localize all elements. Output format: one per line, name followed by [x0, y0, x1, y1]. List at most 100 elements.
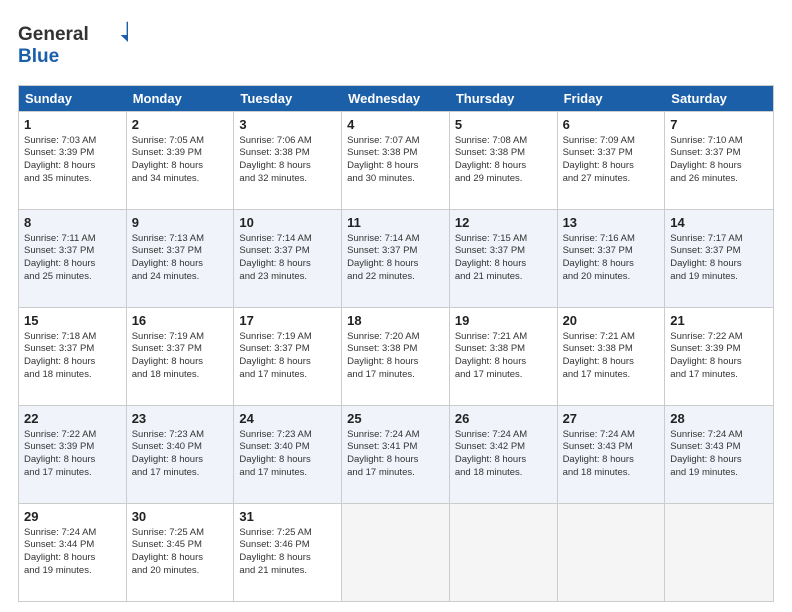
sunrise-text: Sunrise: 7:08 AM	[455, 135, 527, 146]
sunrise-text: Sunrise: 7:22 AM	[670, 331, 742, 342]
calendar-header: SundayMondayTuesdayWednesdayThursdayFrid…	[19, 86, 773, 111]
week-row-3: 15Sunrise: 7:18 AMSunset: 3:37 PMDayligh…	[19, 307, 773, 405]
day-cell-3: 3Sunrise: 7:06 AMSunset: 3:38 PMDaylight…	[234, 112, 342, 209]
header-day-saturday: Saturday	[665, 86, 773, 111]
header-day-monday: Monday	[127, 86, 235, 111]
sunset-text: Sunset: 3:40 PM	[132, 441, 202, 452]
day-info: Sunrise: 7:21 AMSunset: 3:38 PMDaylight:…	[563, 331, 635, 380]
day-cell-20: 20Sunrise: 7:21 AMSunset: 3:38 PMDayligh…	[558, 308, 666, 405]
day-info: Sunrise: 7:25 AMSunset: 3:45 PMDaylight:…	[132, 527, 204, 576]
day-number: 23	[132, 410, 229, 428]
sunrise-text: Sunrise: 7:22 AM	[24, 429, 96, 440]
sunset-text: Sunset: 3:38 PM	[347, 147, 417, 158]
week-row-4: 22Sunrise: 7:22 AMSunset: 3:39 PMDayligh…	[19, 405, 773, 503]
day-cell-5: 5Sunrise: 7:08 AMSunset: 3:38 PMDaylight…	[450, 112, 558, 209]
day-number: 13	[563, 214, 660, 232]
day-info: Sunrise: 7:07 AMSunset: 3:38 PMDaylight:…	[347, 135, 419, 184]
header-day-wednesday: Wednesday	[342, 86, 450, 111]
daylight-text: Daylight: 8 hoursand 17 minutes.	[132, 454, 203, 478]
sunset-text: Sunset: 3:38 PM	[347, 343, 417, 354]
daylight-text: Daylight: 8 hoursand 21 minutes.	[239, 552, 310, 576]
day-cell-2: 2Sunrise: 7:05 AMSunset: 3:39 PMDaylight…	[127, 112, 235, 209]
day-number: 7	[670, 116, 768, 134]
daylight-text: Daylight: 8 hoursand 32 minutes.	[239, 160, 310, 184]
day-number: 29	[24, 508, 121, 526]
sunset-text: Sunset: 3:38 PM	[563, 343, 633, 354]
day-cell-28: 28Sunrise: 7:24 AMSunset: 3:43 PMDayligh…	[665, 406, 773, 503]
sunset-text: Sunset: 3:43 PM	[670, 441, 740, 452]
day-info: Sunrise: 7:23 AMSunset: 3:40 PMDaylight:…	[239, 429, 311, 478]
daylight-text: Daylight: 8 hoursand 18 minutes.	[563, 454, 634, 478]
sunset-text: Sunset: 3:37 PM	[24, 343, 94, 354]
day-cell-19: 19Sunrise: 7:21 AMSunset: 3:38 PMDayligh…	[450, 308, 558, 405]
day-number: 22	[24, 410, 121, 428]
sunset-text: Sunset: 3:37 PM	[563, 147, 633, 158]
day-cell-22: 22Sunrise: 7:22 AMSunset: 3:39 PMDayligh…	[19, 406, 127, 503]
daylight-text: Daylight: 8 hoursand 29 minutes.	[455, 160, 526, 184]
day-cell-13: 13Sunrise: 7:16 AMSunset: 3:37 PMDayligh…	[558, 210, 666, 307]
day-cell-30: 30Sunrise: 7:25 AMSunset: 3:45 PMDayligh…	[127, 504, 235, 601]
day-info: Sunrise: 7:13 AMSunset: 3:37 PMDaylight:…	[132, 233, 204, 282]
daylight-text: Daylight: 8 hoursand 20 minutes.	[132, 552, 203, 576]
day-cell-4: 4Sunrise: 7:07 AMSunset: 3:38 PMDaylight…	[342, 112, 450, 209]
day-cell-27: 27Sunrise: 7:24 AMSunset: 3:43 PMDayligh…	[558, 406, 666, 503]
calendar-body: 1Sunrise: 7:03 AMSunset: 3:39 PMDaylight…	[19, 111, 773, 601]
sunrise-text: Sunrise: 7:09 AM	[563, 135, 635, 146]
daylight-text: Daylight: 8 hoursand 18 minutes.	[24, 356, 95, 380]
day-cell-25: 25Sunrise: 7:24 AMSunset: 3:41 PMDayligh…	[342, 406, 450, 503]
sunrise-text: Sunrise: 7:15 AM	[455, 233, 527, 244]
day-number: 19	[455, 312, 552, 330]
day-cell-14: 14Sunrise: 7:17 AMSunset: 3:37 PMDayligh…	[665, 210, 773, 307]
day-number: 2	[132, 116, 229, 134]
sunrise-text: Sunrise: 7:24 AM	[347, 429, 419, 440]
daylight-text: Daylight: 8 hoursand 18 minutes.	[132, 356, 203, 380]
day-number: 25	[347, 410, 444, 428]
day-number: 24	[239, 410, 336, 428]
sunset-text: Sunset: 3:44 PM	[24, 539, 94, 550]
day-number: 4	[347, 116, 444, 134]
day-cell-11: 11Sunrise: 7:14 AMSunset: 3:37 PMDayligh…	[342, 210, 450, 307]
header-day-tuesday: Tuesday	[234, 86, 342, 111]
sunset-text: Sunset: 3:39 PM	[670, 343, 740, 354]
sunset-text: Sunset: 3:37 PM	[455, 245, 525, 256]
sunrise-text: Sunrise: 7:11 AM	[24, 233, 96, 244]
day-number: 30	[132, 508, 229, 526]
day-number: 9	[132, 214, 229, 232]
day-cell-10: 10Sunrise: 7:14 AMSunset: 3:37 PMDayligh…	[234, 210, 342, 307]
day-number: 18	[347, 312, 444, 330]
sunset-text: Sunset: 3:37 PM	[563, 245, 633, 256]
day-number: 1	[24, 116, 121, 134]
day-info: Sunrise: 7:17 AMSunset: 3:37 PMDaylight:…	[670, 233, 742, 282]
header-day-thursday: Thursday	[450, 86, 558, 111]
day-number: 6	[563, 116, 660, 134]
day-info: Sunrise: 7:22 AMSunset: 3:39 PMDaylight:…	[670, 331, 742, 380]
day-number: 17	[239, 312, 336, 330]
day-cell-29: 29Sunrise: 7:24 AMSunset: 3:44 PMDayligh…	[19, 504, 127, 601]
day-info: Sunrise: 7:15 AMSunset: 3:37 PMDaylight:…	[455, 233, 527, 282]
day-info: Sunrise: 7:25 AMSunset: 3:46 PMDaylight:…	[239, 527, 311, 576]
day-cell-9: 9Sunrise: 7:13 AMSunset: 3:37 PMDaylight…	[127, 210, 235, 307]
day-cell-26: 26Sunrise: 7:24 AMSunset: 3:42 PMDayligh…	[450, 406, 558, 503]
daylight-text: Daylight: 8 hoursand 27 minutes.	[563, 160, 634, 184]
day-info: Sunrise: 7:06 AMSunset: 3:38 PMDaylight:…	[239, 135, 311, 184]
sunrise-text: Sunrise: 7:19 AM	[132, 331, 204, 342]
day-number: 12	[455, 214, 552, 232]
sunrise-text: Sunrise: 7:13 AM	[132, 233, 204, 244]
day-number: 8	[24, 214, 121, 232]
day-cell-6: 6Sunrise: 7:09 AMSunset: 3:37 PM Daylight…	[558, 112, 666, 209]
day-cell-17: 17Sunrise: 7:19 AMSunset: 3:37 PMDayligh…	[234, 308, 342, 405]
day-number: 5	[455, 116, 552, 134]
day-info: Sunrise: 7:24 AMSunset: 3:43 PMDaylight:…	[670, 429, 742, 478]
week-row-5: 29Sunrise: 7:24 AMSunset: 3:44 PMDayligh…	[19, 503, 773, 601]
sunset-text: Sunset: 3:45 PM	[132, 539, 202, 550]
header: General Blue	[18, 18, 774, 75]
sunset-text: Sunset: 3:37 PM	[670, 245, 740, 256]
sunset-text: Sunset: 3:38 PM	[455, 343, 525, 354]
sunset-text: Sunset: 3:40 PM	[239, 441, 309, 452]
day-info: Sunrise: 7:16 AMSunset: 3:37 PMDaylight:…	[563, 233, 635, 282]
daylight-text: Daylight: 8 hoursand 25 minutes.	[24, 258, 95, 282]
sunset-text: Sunset: 3:37 PM	[670, 147, 740, 158]
day-cell-8: 8Sunrise: 7:11 AMSunset: 3:37 PM Daylight…	[19, 210, 127, 307]
sunset-text: Sunset: 3:37 PM	[24, 245, 94, 256]
logo-text-block: General Blue	[18, 18, 128, 75]
